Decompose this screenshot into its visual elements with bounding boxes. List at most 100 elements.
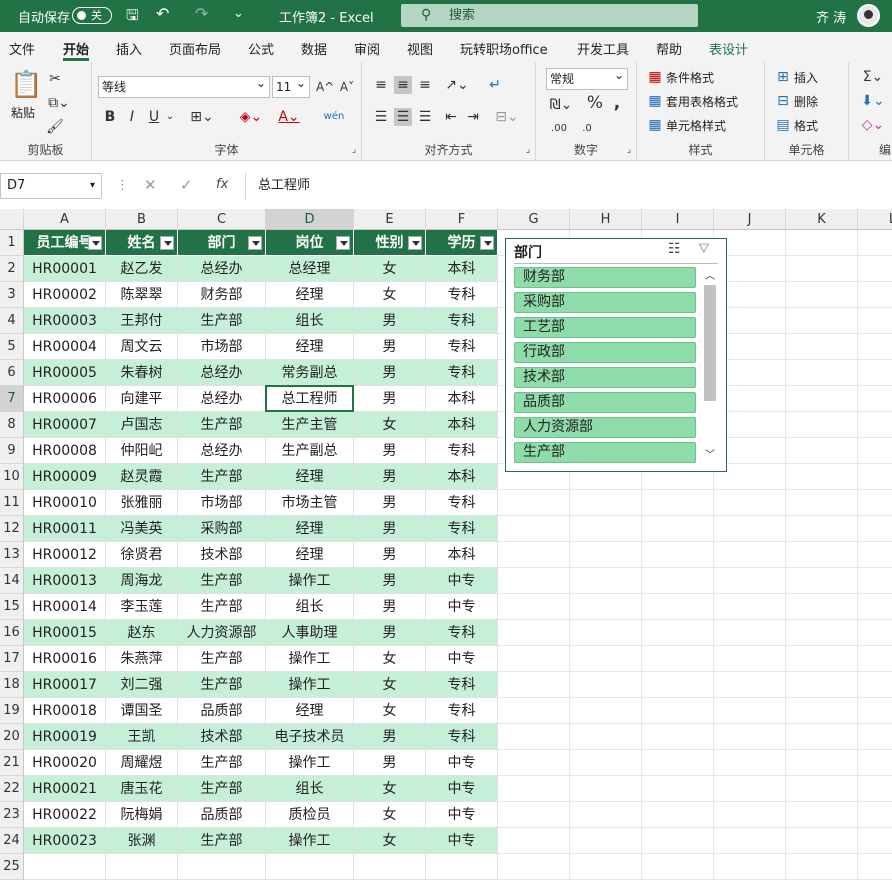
row-header[interactable]: 18 [0,672,24,698]
empty-cell[interactable] [570,594,642,620]
empty-cell[interactable] [786,802,858,828]
empty-cell[interactable] [858,386,892,412]
font-name-select[interactable]: 等线 [98,73,270,98]
decrease-decimal-icon[interactable]: .0 [576,120,598,138]
empty-cell[interactable] [786,568,858,594]
table-cell[interactable] [106,854,178,880]
number-dialog-launcher-icon[interactable]: ⌟ [624,141,634,159]
table-cell[interactable]: 专科 [426,282,498,308]
bold-button[interactable]: B [102,108,118,126]
tab-data[interactable]: 数据 [301,39,327,58]
empty-cell[interactable] [786,334,858,360]
table-header-cell[interactable]: 姓名 [106,230,178,256]
table-cell[interactable]: 中专 [426,594,498,620]
scroll-down-icon[interactable]: ﹀ [705,446,715,461]
filter-dropdown-icon[interactable] [336,236,350,250]
autosum-icon[interactable]: Σ⌄ [859,68,887,86]
empty-cell[interactable] [642,776,714,802]
slicer-item[interactable]: 生产部 [514,442,696,463]
table-cell[interactable]: 生产部 [178,308,266,334]
phonetic-icon[interactable]: wén [318,108,350,126]
insert-cells-icon[interactable]: ⊞ [775,68,791,86]
empty-cell[interactable] [714,516,786,542]
table-cell[interactable]: 电子技术员 [266,724,354,750]
empty-cell[interactable] [642,594,714,620]
empty-cell[interactable] [786,724,858,750]
empty-cell[interactable] [786,308,858,334]
empty-cell[interactable] [858,698,892,724]
table-cell[interactable]: 仲阳屺 [106,438,178,464]
department-slicer[interactable]: 部门 ☷ ⛛ 财务部 采购部 工艺部 行政部 技术部 品质部 人力资源部 生产部 ︿ ﹀ [505,238,727,472]
empty-cell[interactable] [714,542,786,568]
empty-cell[interactable] [642,542,714,568]
table-cell[interactable]: 男 [354,620,426,646]
customize-qat-icon[interactable]: ⌄ [233,6,244,21]
empty-cell[interactable] [858,490,892,516]
empty-cell[interactable] [858,360,892,386]
column-header-A[interactable]: A [24,209,106,230]
empty-cell[interactable] [570,516,642,542]
empty-cell[interactable] [642,750,714,776]
slicer-item[interactable]: 工艺部 [514,317,696,338]
column-header-H[interactable]: H [570,209,642,230]
table-cell[interactable]: 经理 [266,516,354,542]
table-cell[interactable]: 徐贤君 [106,542,178,568]
table-cell[interactable]: 专科 [426,672,498,698]
table-cell[interactable]: 男 [354,360,426,386]
format-as-table-icon[interactable]: ▦ [647,92,663,110]
number-format-select[interactable]: 常规 [546,65,628,90]
underline-button[interactable]: U [146,108,162,126]
table-cell[interactable]: 本科 [426,464,498,490]
empty-cell[interactable] [786,594,858,620]
filter-dropdown-icon[interactable] [480,236,494,250]
table-cell[interactable]: 总经理 [266,256,354,282]
paste-button[interactable]: 粘贴 [11,104,35,121]
empty-cell[interactable] [786,776,858,802]
tab-formulas[interactable]: 公式 [248,39,274,58]
empty-cell[interactable] [570,646,642,672]
align-left-icon[interactable]: ☰ [372,108,390,126]
table-cell[interactable]: 生产部 [178,750,266,776]
table-cell[interactable] [266,854,354,880]
row-header[interactable]: 4 [0,308,24,334]
row-header[interactable]: 5 [0,334,24,360]
table-cell[interactable]: 本科 [426,386,498,412]
empty-cell[interactable] [786,464,858,490]
insert-cells-button[interactable]: 插入 [794,69,818,86]
table-cell[interactable]: 女 [354,412,426,438]
table-cell[interactable]: 男 [354,750,426,776]
merge-center-icon[interactable]: ⊟⌄ [492,108,522,126]
empty-cell[interactable] [858,438,892,464]
empty-cell[interactable] [498,568,570,594]
column-header-I[interactable]: I [642,209,714,230]
increase-decimal-icon[interactable]: .00 [548,120,570,138]
tab-office-tools[interactable]: 玩转职场office [460,39,548,58]
row-header[interactable]: 19 [0,698,24,724]
empty-cell[interactable] [570,698,642,724]
row-header[interactable]: 2 [0,256,24,282]
table-cell[interactable]: 本科 [426,256,498,282]
empty-cell[interactable] [498,698,570,724]
table-cell[interactable]: 阮梅娟 [106,802,178,828]
search-input[interactable]: ⚲ 搜索 [401,4,698,27]
save-icon[interactable]: 🖫 [126,5,139,30]
increase-indent-icon[interactable]: ⇥ [464,108,482,126]
empty-cell[interactable] [786,256,858,282]
table-cell[interactable]: 刘二强 [106,672,178,698]
increase-font-icon[interactable]: A^ [316,78,334,96]
enter-icon[interactable]: ✓ [180,176,193,194]
empty-cell[interactable] [498,854,570,880]
table-cell[interactable]: 男 [354,386,426,412]
filter-dropdown-icon[interactable] [408,236,422,250]
table-cell[interactable]: 专科 [426,438,498,464]
cancel-icon[interactable]: ✕ [144,176,157,194]
empty-cell[interactable] [714,672,786,698]
empty-cell[interactable] [498,594,570,620]
table-cell[interactable]: 周文云 [106,334,178,360]
table-cell[interactable]: 人力资源部 [178,620,266,646]
row-header[interactable]: 20 [0,724,24,750]
table-cell[interactable]: 王邦付 [106,308,178,334]
table-cell[interactable]: HR00020 [24,750,106,776]
table-cell[interactable]: 女 [354,282,426,308]
table-cell[interactable]: 男 [354,594,426,620]
